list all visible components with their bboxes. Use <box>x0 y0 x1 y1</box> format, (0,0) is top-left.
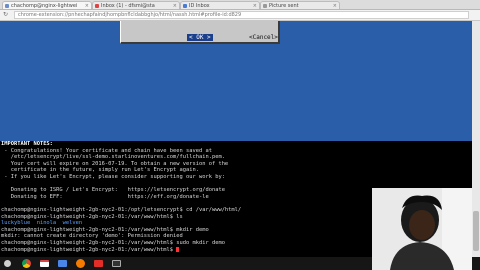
cancel-button[interactable]: <Cancel> <box>249 34 278 41</box>
terminal-line: /etc/letsencrypt/live/ssl-demo.starlinov… <box>1 154 225 161</box>
terminal-line: chachomp@nginx-lightweight-2gb-nyc2-01:/… <box>1 226 209 233</box>
terminal-line: Donating to ISRG / Let's Encrypt: https:… <box>1 187 225 194</box>
tab-id-inbox[interactable]: ID Inbox × <box>180 1 260 9</box>
tab-inbox[interactable]: Inbox (1) - dfsmi@sta × <box>92 1 180 9</box>
tab-ssh-session[interactable]: chachomp@nginx-lightwei × <box>2 1 92 9</box>
terminal-line: Donating to EFF: https://eff.org/donate-… <box>1 193 209 200</box>
url-field[interactable]: chrome-extension://pnhechapfaindjhompbnf… <box>14 11 469 19</box>
browser-tab-strip: chachomp@nginx-lightwei × Inbox (1) - df… <box>0 0 480 10</box>
chrome-icon[interactable] <box>22 259 31 268</box>
gmail-icon[interactable] <box>40 260 49 267</box>
image-favicon-icon <box>263 4 267 8</box>
confirmation-dialog: < OK > <Cancel> <box>120 21 280 44</box>
launcher-icon[interactable] <box>4 260 11 267</box>
terminal-line: Your cert will expire on 2016-07-19. To … <box>1 160 229 167</box>
tab-label: chachomp@nginx-lightwei <box>11 3 78 9</box>
terminal-line: chachomp@nginx-lightweight-2gb-nyc2-01:/… <box>1 240 225 246</box>
tab-label: Inbox (1) - dfsmi@sta <box>101 3 155 9</box>
terminal-line: - Congratulations! Your certificate and … <box>1 147 212 154</box>
headphones-icon[interactable] <box>76 259 85 268</box>
reload-icon[interactable]: ↻ <box>3 11 8 19</box>
youtube-icon[interactable] <box>94 260 103 267</box>
terminal-icon[interactable] <box>112 260 121 267</box>
terminal-scrollbar[interactable] <box>472 21 480 260</box>
close-tab-icon[interactable]: × <box>85 2 89 9</box>
address-bar: ↻ chrome-extension://pnhechapfaindjhompb… <box>0 10 480 21</box>
docs-icon[interactable] <box>58 260 67 267</box>
terminal-line: luckyblue ninola welven <box>1 220 83 227</box>
ok-button[interactable]: < OK > <box>187 34 213 41</box>
close-tab-icon[interactable]: × <box>253 2 257 9</box>
close-tab-icon[interactable]: × <box>173 2 177 9</box>
scrollbar-thumb[interactable] <box>473 211 479 251</box>
terminal-line: certificate in the future, simply run Le… <box>1 167 199 174</box>
terminal-favicon-icon <box>5 4 9 8</box>
presenter-video-icon <box>372 188 472 270</box>
webcam-overlay <box>372 188 472 270</box>
terminal-line: chachomp@nginx-lightweight-2gb-nyc2-01:/… <box>1 207 242 213</box>
tab-label: ID Inbox <box>189 3 210 9</box>
tab-picture-sent[interactable]: Picture sent × <box>260 1 340 9</box>
terminal-line: chachomp@nginx-lightweight-2gb-nyc2-01:/… <box>1 246 180 253</box>
terminal-line: chachomp@nginx-lightweight-2gb-nyc2-01:/… <box>1 213 183 220</box>
close-tab-icon[interactable]: × <box>333 2 337 9</box>
tab-label: Picture sent <box>269 3 299 9</box>
terminal-line: mkdir: cannot create directory 'demo': P… <box>1 233 183 240</box>
terminal-line: - If you like Let's Encrypt, please cons… <box>1 174 225 180</box>
gmail-favicon-icon <box>95 4 99 8</box>
mail-favicon-icon <box>183 4 187 8</box>
terminal-cursor <box>176 246 180 252</box>
terminal-line: IMPORTANT NOTES: <box>1 141 53 147</box>
